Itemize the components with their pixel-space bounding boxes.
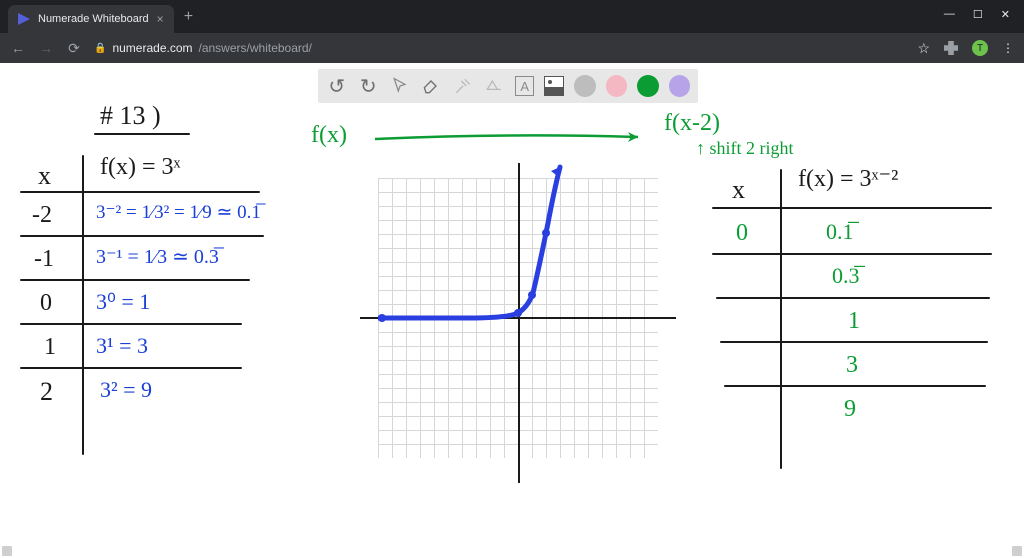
- arrow-icon: [370, 125, 650, 151]
- left-f-4: 3² = 9: [100, 379, 152, 401]
- left-table-divider: [82, 155, 84, 455]
- rule: [716, 297, 990, 299]
- left-x-0: -2: [32, 203, 52, 227]
- color-swatch-gray[interactable]: [574, 75, 595, 97]
- browser-tab[interactable]: Numerade Whiteboard ×: [8, 5, 174, 33]
- problem-number: # 13 ): [100, 103, 161, 129]
- right-table-divider: [780, 169, 782, 469]
- left-x-1: -1: [34, 247, 54, 271]
- clear-tool-icon[interactable]: [483, 75, 504, 97]
- fx-shifted-label: f(x-2): [664, 111, 720, 135]
- right-x-0: 0: [736, 221, 748, 245]
- rule: [20, 367, 242, 369]
- tab-close-icon[interactable]: ×: [157, 12, 164, 26]
- url-display[interactable]: 🔒 numerade.com/answers/whiteboard/: [94, 41, 312, 55]
- tab-title: Numerade Whiteboard: [38, 13, 149, 25]
- right-f-4: 9: [844, 397, 856, 421]
- left-header-x: x: [38, 163, 51, 189]
- rule: [20, 323, 242, 325]
- pointer-tool-icon[interactable]: [389, 75, 410, 97]
- menu-dots-icon[interactable]: ⋮: [1002, 41, 1014, 55]
- undo-button[interactable]: ↺: [326, 75, 347, 97]
- right-header-fx: f(x) = 3ˣ⁻²: [798, 167, 898, 191]
- left-x-2: 0: [40, 291, 52, 315]
- left-x-3: 1: [44, 335, 56, 359]
- tab-favicon: [18, 13, 30, 25]
- lock-icon: 🔒: [94, 43, 106, 54]
- color-swatch-purple[interactable]: [669, 75, 690, 97]
- redo-button[interactable]: ↻: [357, 75, 378, 97]
- url-path: /answers/whiteboard/: [199, 41, 312, 55]
- bookmark-star-icon[interactable]: ☆: [917, 40, 930, 57]
- shift-note: ↑ shift 2 right: [696, 139, 794, 157]
- profile-avatar[interactable]: T: [972, 40, 988, 56]
- right-header-x: x: [732, 177, 745, 203]
- left-f-1: 3⁻¹ = 1⁄3 ≃ 0.3̅: [96, 247, 219, 267]
- rule: [720, 341, 988, 343]
- browser-address-bar: ← → ⟳ 🔒 numerade.com/answers/whiteboard/…: [0, 33, 1024, 63]
- whiteboard-canvas[interactable]: ↺ ↻ A # 13 ) f(x) f(x-2) ↑ shift 2 right…: [0, 63, 1024, 558]
- rule: [712, 207, 992, 209]
- right-f-2: 1: [848, 309, 860, 333]
- new-tab-button[interactable]: +: [174, 8, 203, 26]
- reload-button[interactable]: ⟳: [66, 40, 82, 57]
- scroll-indicator: [2, 546, 12, 556]
- close-window-icon[interactable]: ✕: [1001, 8, 1010, 21]
- left-header-fx: f(x) = 3ˣ: [100, 155, 180, 179]
- left-f-3: 3¹ = 3: [96, 335, 148, 357]
- extensions-icon[interactable]: [944, 41, 958, 55]
- window-controls: — ☐ ✕: [930, 0, 1024, 21]
- eraser-tool-icon[interactable]: [420, 75, 441, 97]
- tools-icon[interactable]: [452, 75, 473, 97]
- image-tool-icon[interactable]: [544, 76, 564, 96]
- left-f-2: 3⁰ = 1: [96, 291, 150, 313]
- fx-label: f(x): [311, 123, 347, 147]
- left-x-4: 2: [40, 379, 53, 405]
- rule: [20, 279, 250, 281]
- forward-button[interactable]: →: [38, 40, 54, 56]
- rule: [724, 385, 986, 387]
- scroll-indicator: [1012, 546, 1022, 556]
- right-f-1: 0.3̅: [832, 265, 860, 287]
- minimize-icon[interactable]: —: [944, 8, 955, 21]
- maximize-icon[interactable]: ☐: [973, 8, 983, 21]
- browser-titlebar: Numerade Whiteboard × + — ☐ ✕: [0, 0, 1024, 33]
- right-f-3: 3: [846, 353, 858, 377]
- url-host: numerade.com: [112, 41, 192, 55]
- right-f-0: 0.1̅: [826, 221, 854, 243]
- graph-curve: [378, 163, 658, 463]
- left-f-0: 3⁻² = 1⁄3² = 1⁄9 ≃ 0.1̅: [96, 203, 261, 222]
- text-tool-icon[interactable]: A: [515, 76, 535, 96]
- rule: [20, 191, 260, 193]
- rule: [20, 235, 264, 237]
- color-swatch-green[interactable]: [637, 75, 658, 97]
- underline-rule: [94, 133, 190, 135]
- rule: [712, 253, 992, 255]
- color-swatch-pink[interactable]: [606, 75, 627, 97]
- back-button[interactable]: ←: [10, 40, 26, 56]
- whiteboard-toolbar: ↺ ↻ A: [318, 69, 698, 103]
